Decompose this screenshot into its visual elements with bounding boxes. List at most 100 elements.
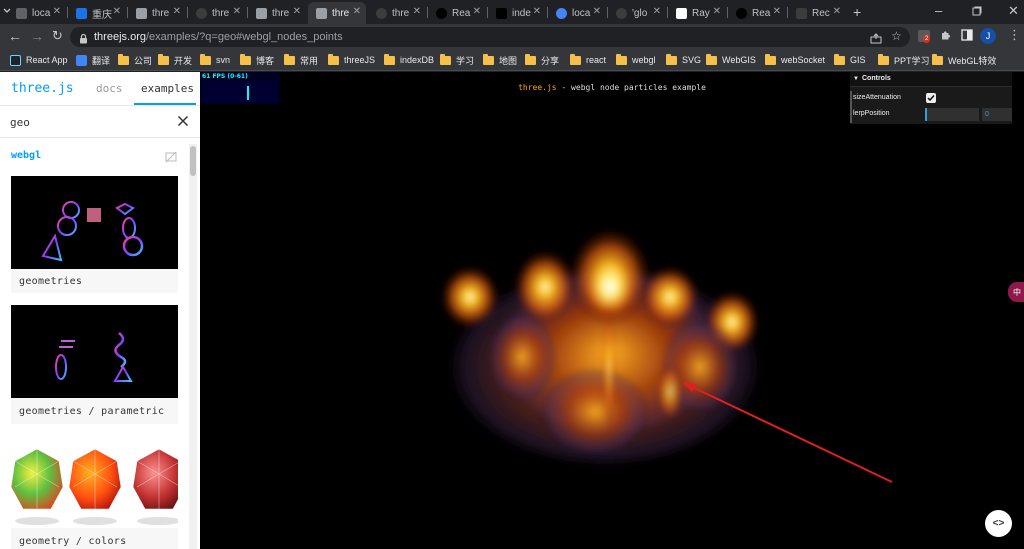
browser-tab[interactable]: loca ✕ bbox=[8, 2, 66, 24]
browser-tab[interactable]: thre ✕ bbox=[308, 2, 366, 24]
bookmark-item[interactable]: GIS bbox=[834, 53, 866, 67]
new-tab-icon[interactable]: + bbox=[853, 5, 861, 19]
bookmark-item[interactable]: 学习 bbox=[440, 53, 474, 67]
forward-icon[interactable]: → bbox=[30, 29, 44, 43]
puzzle-icon[interactable] bbox=[940, 29, 952, 44]
tab-close-icon[interactable]: ✕ bbox=[293, 6, 301, 17]
back-icon[interactable]: ← bbox=[8, 29, 22, 43]
browser-tab[interactable]: thre ✕ bbox=[248, 2, 306, 24]
bookmark-item[interactable]: SVG bbox=[666, 53, 701, 67]
view-source-button[interactable]: <> bbox=[985, 510, 1012, 537]
browser-tab[interactable]: Ray ✕ bbox=[668, 2, 726, 24]
bookmark-item[interactable]: webgl bbox=[616, 53, 656, 67]
scrollbar-thumb[interactable] bbox=[190, 146, 196, 176]
browser-tab[interactable]: 'glo ✕ bbox=[608, 2, 666, 24]
browser-tab[interactable]: thre ✕ bbox=[368, 2, 426, 24]
tab-close-icon[interactable]: ✕ bbox=[713, 6, 721, 17]
example-card-geometries-parametric[interactable]: geometries / parametric bbox=[11, 305, 178, 424]
bookmark-label: WebGL特效 bbox=[948, 55, 997, 66]
bookmark-item[interactable]: webSocket bbox=[765, 53, 825, 67]
browser-tab[interactable]: 重庆 ✕ bbox=[68, 2, 126, 24]
bookmark-item[interactable]: indexDB bbox=[384, 53, 434, 67]
side-translate-tab[interactable]: 中 bbox=[1008, 282, 1024, 302]
bookmark-item[interactable]: React App bbox=[10, 53, 68, 67]
tab-close-icon[interactable]: ✕ bbox=[113, 6, 121, 17]
tab-close-icon[interactable]: ✕ bbox=[833, 6, 841, 17]
share-icon[interactable] bbox=[870, 31, 882, 49]
tab-close-icon[interactable]: ✕ bbox=[533, 6, 541, 17]
profile-avatar[interactable]: J bbox=[980, 28, 996, 44]
browser-tab[interactable]: thre ✕ bbox=[188, 2, 246, 24]
browser-tab[interactable]: inde ✕ bbox=[488, 2, 546, 24]
bookmark-label: PPT学习 bbox=[894, 55, 930, 66]
example-card-geometry-colors[interactable]: geometry / colors bbox=[11, 435, 178, 549]
close-window-icon[interactable]: ✕ bbox=[1008, 4, 1019, 18]
bookmark-item[interactable]: 博客 bbox=[240, 53, 274, 67]
threejs-icon bbox=[256, 7, 267, 19]
tab-close-icon[interactable]: ✕ bbox=[653, 6, 661, 17]
browser-tab[interactable]: thre ✕ bbox=[128, 2, 186, 24]
folder-icon bbox=[284, 53, 295, 65]
bookmark-item[interactable]: svn bbox=[200, 53, 230, 67]
nav-docs[interactable]: docs bbox=[96, 82, 123, 95]
tab-title: thre bbox=[212, 7, 230, 19]
minimize-icon[interactable]: – bbox=[935, 4, 942, 18]
card-caption: geometries / parametric bbox=[19, 406, 165, 417]
bookmark-item[interactable]: threeJS bbox=[328, 53, 375, 67]
folder-icon bbox=[666, 53, 677, 65]
hide-thumbnails-icon[interactable] bbox=[165, 150, 177, 168]
tab-close-icon[interactable]: ✕ bbox=[773, 6, 781, 17]
bookmark-label: react bbox=[586, 55, 607, 65]
ray-icon bbox=[676, 7, 687, 19]
bookmark-item[interactable]: WebGL特效 bbox=[932, 53, 996, 67]
reload-icon[interactable]: ↻ bbox=[52, 29, 63, 43]
lerpposition-number-field[interactable]: 0 bbox=[982, 108, 1012, 121]
lerpposition-slider[interactable] bbox=[925, 108, 979, 121]
address-bar[interactable]: threejs.org/examples/?q=geo#webgl_nodes_… bbox=[70, 27, 910, 47]
extension-icon[interactable]: 2 bbox=[918, 30, 931, 43]
tab-close-icon[interactable]: ✕ bbox=[593, 6, 601, 17]
nav-examples[interactable]: examples bbox=[141, 82, 194, 95]
controls-title-bar[interactable]: ▼ Controls bbox=[850, 72, 1012, 87]
code-icon: <> bbox=[992, 518, 1005, 529]
search-input[interactable] bbox=[10, 114, 160, 130]
sidebar-scrollbar[interactable] bbox=[189, 144, 197, 549]
bookmark-item[interactable]: WebGIS bbox=[706, 53, 756, 67]
browser-tab[interactable]: Rea ✕ bbox=[728, 2, 786, 24]
bookmark-item[interactable]: 分享 bbox=[525, 53, 559, 67]
bookmark-item[interactable]: 开发 bbox=[158, 53, 192, 67]
example-card-geometries[interactable]: geometries bbox=[11, 176, 178, 293]
bookmark-item[interactable]: react bbox=[570, 53, 606, 67]
restore-icon[interactable] bbox=[972, 5, 982, 19]
browser-toolbar: ← → ↻ threejs.org/examples/?q=geo#webgl_… bbox=[0, 24, 1024, 49]
menu-icon[interactable]: ⋮ bbox=[1008, 28, 1021, 42]
bookmark-item[interactable]: 公司 bbox=[118, 53, 152, 67]
site-logo[interactable]: three.js bbox=[11, 81, 74, 96]
browser-tab[interactable]: Rec ✕ bbox=[788, 2, 846, 24]
tab-close-icon[interactable]: ✕ bbox=[53, 6, 61, 17]
clear-search-icon[interactable] bbox=[177, 114, 189, 132]
globe-icon bbox=[556, 7, 567, 19]
bookmark-item[interactable]: 翻译 bbox=[76, 53, 110, 67]
example-viewport[interactable]: 61 FPS (0-61) three.js - webgl node part… bbox=[200, 72, 1024, 549]
side-panel-icon[interactable] bbox=[961, 29, 973, 44]
bookmark-label: WebGIS bbox=[722, 55, 756, 65]
sizeattenuation-checkbox[interactable] bbox=[926, 93, 936, 103]
bookmark-item[interactable]: 常用 bbox=[284, 53, 318, 67]
folder-icon bbox=[483, 53, 494, 65]
tab-close-icon[interactable]: ✕ bbox=[353, 6, 361, 17]
tab-close-icon[interactable]: ✕ bbox=[413, 6, 421, 17]
gui-row-sizeattenuation: sizeAttenuation bbox=[850, 91, 1012, 107]
browser-tab[interactable]: Rea ✕ bbox=[428, 2, 486, 24]
bookmark-star-icon[interactable]: ☆ bbox=[891, 29, 902, 43]
section-heading: webgl bbox=[11, 150, 42, 161]
tab-title: loca bbox=[572, 7, 591, 19]
tab-close-icon[interactable]: ✕ bbox=[473, 6, 481, 17]
info-link[interactable]: three.js bbox=[518, 83, 557, 92]
bookmark-item[interactable]: PPT学习 bbox=[878, 53, 930, 67]
tab-close-icon[interactable]: ✕ bbox=[233, 6, 241, 17]
tab-close-icon[interactable]: ✕ bbox=[173, 6, 181, 17]
bookmark-item[interactable]: 地图 bbox=[483, 53, 517, 67]
browser-tab[interactable]: loca ✕ bbox=[548, 2, 606, 24]
fps-stats-panel[interactable]: 61 FPS (0-61) bbox=[200, 72, 280, 104]
